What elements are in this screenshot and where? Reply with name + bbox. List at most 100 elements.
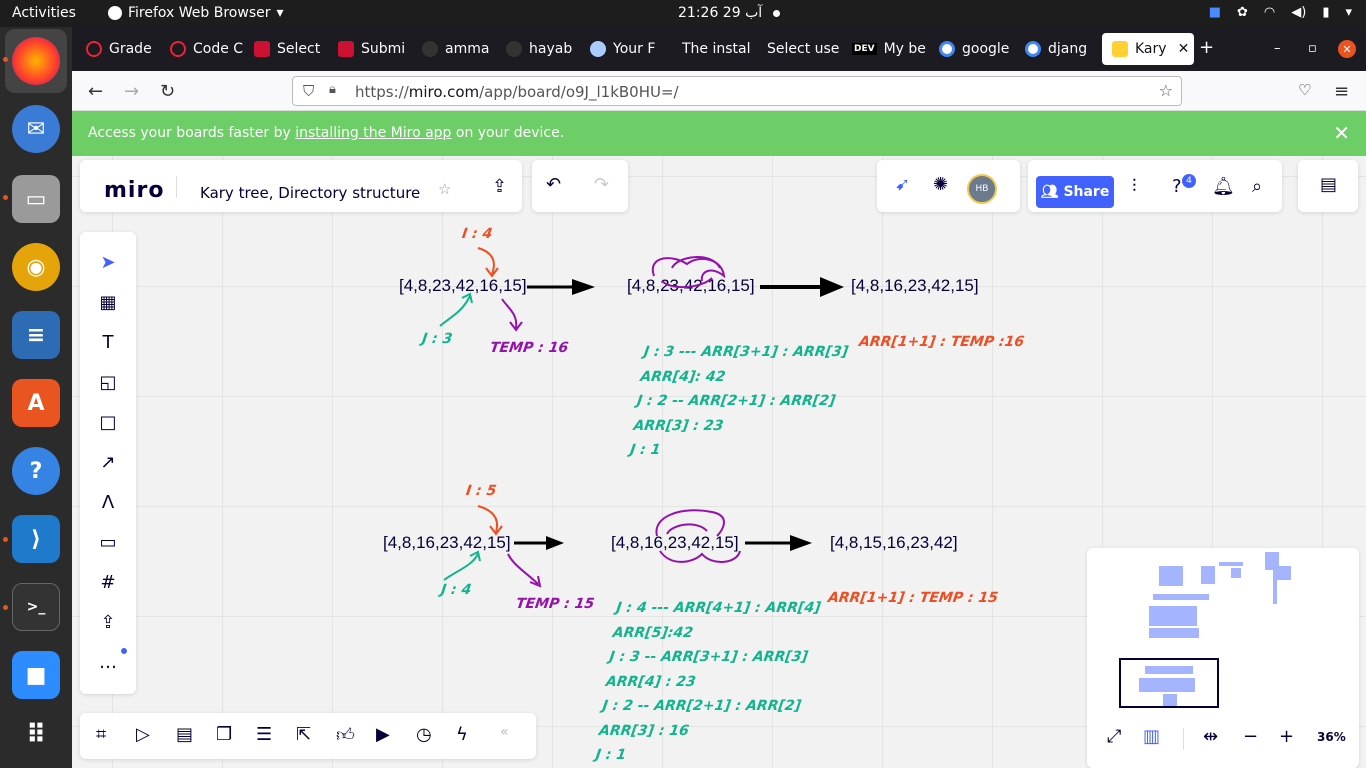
github-icon: [422, 41, 438, 57]
orange-stroke: [477, 247, 495, 275]
rhythmbox-dock-icon[interactable]: ◉: [12, 243, 60, 291]
nav-bar: ← → ↻ ⛉ 🔒︎ https://miro.com/app/board/o9…: [72, 71, 1366, 111]
firefox-icon: [108, 6, 122, 20]
purple-loop: [661, 277, 713, 289]
tab-favicon-icon: [338, 41, 354, 57]
maximize-icon[interactable]: ▫: [1308, 41, 1317, 56]
banner-text-after: on your device.: [451, 125, 565, 141]
url-bar[interactable]: ⛉ 🔒︎ https://miro.com/app/board/o9J_l1kB…: [292, 76, 1182, 106]
teal-stroke: [443, 553, 479, 581]
google-icon: [1025, 41, 1041, 57]
running-indicator: [3, 537, 8, 542]
minimap-block: [1153, 594, 1209, 600]
banner-text: Access your boards faster by installing …: [88, 125, 564, 141]
browser-tab[interactable]: amma: [412, 33, 496, 65]
url-path: /app/board/o9J_l1kB0HU=/: [479, 83, 679, 101]
zoom-in-icon[interactable]: +: [1279, 726, 1294, 747]
arrow-head: [546, 536, 564, 550]
zoom-tray-icon[interactable]: ■: [1209, 5, 1221, 20]
bookmark-star-icon[interactable]: ☆: [1159, 81, 1173, 100]
tab-label: Grade: [109, 41, 152, 57]
running-indicator: [3, 605, 8, 610]
tab-label: Submi: [361, 41, 406, 57]
browser-tab[interactable]: djang: [1015, 33, 1099, 65]
running-indicator: [3, 195, 8, 200]
browser-tab[interactable]: The instal: [672, 33, 756, 65]
orange-stroke: [477, 505, 498, 533]
clock[interactable]: 21:26 آب 29: [678, 5, 762, 21]
software-dock-icon[interactable]: A: [12, 379, 60, 427]
tab-label: google: [962, 41, 1010, 57]
github-icon: [506, 41, 522, 57]
browser-tab[interactable]: google: [929, 33, 1013, 65]
tab-label: Select use: [767, 41, 840, 57]
arrow-head: [790, 535, 812, 551]
tab-label: My be: [883, 41, 926, 57]
tab-favicon-icon: [590, 41, 606, 57]
browser-tab[interactable]: hayab: [496, 33, 580, 65]
app-menu[interactable]: Firefox Web Browser ▾: [108, 5, 284, 21]
close-tab-icon[interactable]: ✕: [1178, 41, 1190, 57]
minimap-block: [1163, 694, 1177, 706]
browser-tab[interactable]: DEV My be: [842, 33, 926, 65]
minimap-block: [1219, 562, 1243, 566]
notification-dot: [773, 10, 780, 17]
pocket-icon[interactable]: ♡: [1298, 81, 1311, 99]
google-icon: [939, 41, 955, 57]
zoom-level[interactable]: 36%: [1317, 730, 1346, 744]
divider: [1183, 728, 1184, 750]
browser-tab[interactable]: Grade: [76, 33, 160, 65]
thunderbird-dock-icon[interactable]: ✉: [12, 105, 60, 153]
minimize-icon[interactable]: –: [1274, 41, 1281, 56]
tab-label: amma: [445, 41, 490, 57]
tab-favicon-icon: [86, 41, 102, 57]
browser-tab[interactable]: Select: [244, 33, 328, 65]
close-window-icon[interactable]: ✕: [1338, 40, 1356, 58]
close-banner-icon[interactable]: ✕: [1333, 121, 1350, 145]
browser-tab[interactable]: Submi: [328, 33, 412, 65]
install-app-banner: Access your boards faster by installing …: [72, 111, 1366, 156]
map-icon[interactable]: ▥: [1143, 726, 1160, 747]
reload-icon[interactable]: ↻: [160, 81, 175, 102]
install-app-link[interactable]: installing the Miro app: [295, 125, 451, 141]
terminal-dock-icon[interactable]: >_: [12, 583, 60, 631]
purple-stroke: [501, 298, 518, 329]
dock: ✉ ▭ ◉ ≡ A ? ⟩ >_ ■ ⠿: [0, 27, 72, 768]
minimap[interactable]: ⤢ ▥ ⇹ − + 36%: [1087, 548, 1359, 768]
firefox-dock-icon[interactable]: [12, 37, 60, 85]
minimap-block: [1159, 566, 1183, 586]
back-icon[interactable]: ←: [88, 81, 103, 102]
arrow-head: [820, 277, 844, 297]
shield-icon[interactable]: ⛉: [303, 82, 314, 100]
tab-label: Kary: [1135, 41, 1167, 57]
activities-button[interactable]: Activities: [12, 5, 76, 21]
menu-icon[interactable]: ≡: [1334, 81, 1349, 102]
tab-favicon-icon: [254, 41, 270, 57]
vscode-dock-icon[interactable]: ⟩: [12, 515, 60, 563]
browser-tab[interactable]: Your F: [580, 33, 668, 65]
browser-tab[interactable]: Select use: [757, 33, 841, 65]
browser-tab-active[interactable]: Kary ✕: [1102, 33, 1194, 65]
board-canvas[interactable]: miro Kary tree, Directory structure ☆ ⇪ …: [72, 156, 1366, 768]
fullscreen-icon[interactable]: ⤢: [1107, 726, 1121, 747]
browser-tab[interactable]: Code C: [160, 33, 244, 65]
zoom-dock-icon[interactable]: ■: [12, 651, 60, 699]
zoom-out-icon[interactable]: −: [1243, 726, 1258, 747]
new-tab-icon[interactable]: +: [1199, 37, 1214, 58]
tab-label: djang: [1048, 41, 1088, 57]
writer-dock-icon[interactable]: ≡: [12, 311, 60, 359]
chevron-down-icon: ▾: [276, 5, 284, 21]
help-dock-icon[interactable]: ?: [12, 447, 60, 495]
url-prefix: https://: [355, 83, 409, 101]
purple-loop: [651, 256, 726, 282]
lock-icon[interactable]: 🔒︎: [329, 82, 336, 97]
tab-label: Select: [277, 41, 321, 57]
minimap-block: [1149, 628, 1199, 638]
minimap-block: [1273, 574, 1277, 604]
system-tray[interactable]: ■ ✿ ◠ ◀) ▮ ▾: [1209, 5, 1352, 20]
files-dock-icon[interactable]: ▭: [12, 175, 60, 223]
show-apps-icon[interactable]: ⠿: [12, 711, 60, 759]
fit-to-screen-icon[interactable]: ⇹: [1203, 726, 1218, 747]
forward-icon[interactable]: →: [124, 81, 139, 102]
settings-tray-icon[interactable]: ✿: [1237, 5, 1248, 20]
